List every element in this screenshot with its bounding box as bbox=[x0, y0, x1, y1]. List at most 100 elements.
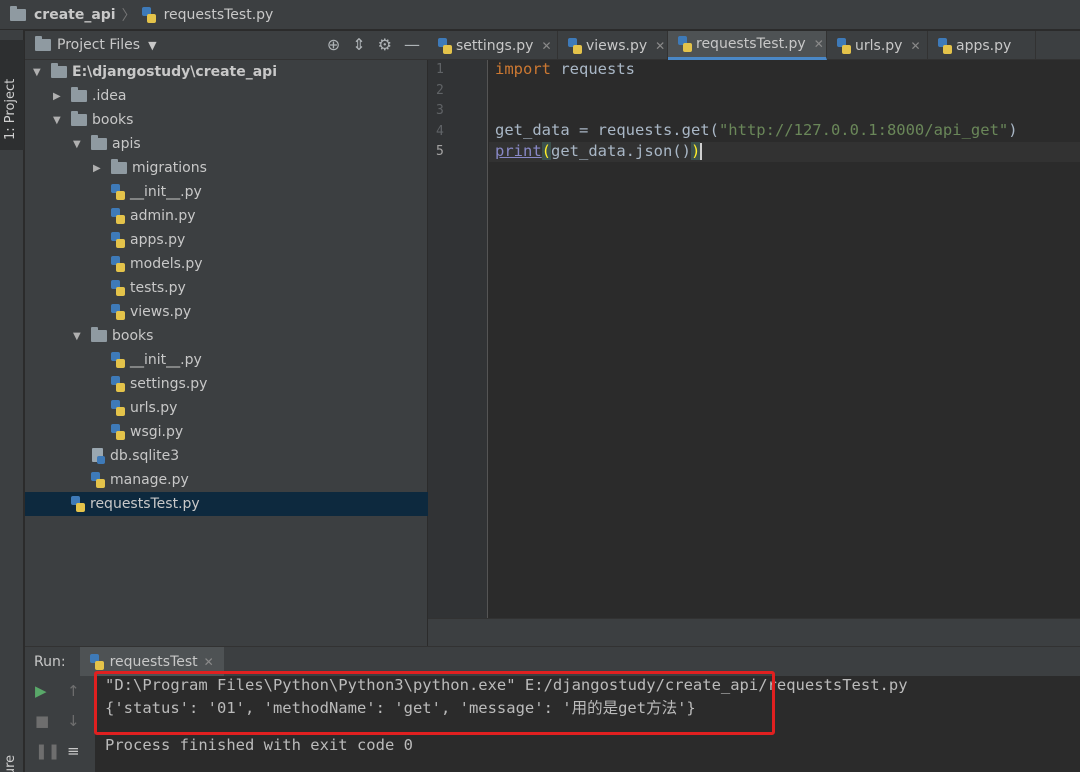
close-icon[interactable]: ✕ bbox=[204, 655, 214, 669]
tree-file[interactable]: db.sqlite3 bbox=[25, 444, 428, 468]
pause-icon[interactable]: ❚❚ bbox=[35, 742, 60, 760]
keyword-import: import bbox=[495, 60, 551, 78]
tree-item-label: books bbox=[92, 112, 134, 128]
python-file-icon bbox=[111, 208, 125, 224]
line-number: 5 bbox=[436, 144, 444, 159]
python-file-icon bbox=[111, 400, 125, 416]
tree-item-label: migrations bbox=[132, 160, 207, 176]
breadcrumb-file[interactable]: requestsTest.py bbox=[141, 6, 273, 23]
folder-icon bbox=[111, 159, 127, 174]
run-config-tab-label: requestsTest bbox=[109, 653, 198, 670]
matched-bracket: ) bbox=[691, 142, 701, 160]
tree-file[interactable]: settings.py bbox=[25, 372, 428, 396]
tree-file[interactable]: admin.py bbox=[25, 204, 428, 228]
gear-icon[interactable]: ⚙ bbox=[378, 35, 392, 54]
navigation-bar: create_api 〉 requestsTest.py bbox=[0, 0, 1080, 30]
folder-icon bbox=[10, 5, 26, 21]
down-arrow-icon[interactable]: ↓ bbox=[67, 712, 80, 730]
code-text: get_data.json() bbox=[551, 142, 691, 160]
code-line-5: print(get_data.json()) bbox=[495, 142, 703, 160]
breadcrumb-project[interactable]: create_api bbox=[10, 5, 116, 23]
folder-icon bbox=[71, 87, 87, 102]
tree-folder[interactable]: ▼ books bbox=[25, 108, 428, 132]
tree-file[interactable]: views.py bbox=[25, 300, 428, 324]
tree-item-label: __init__.py bbox=[130, 352, 202, 368]
python-file-icon bbox=[91, 472, 105, 488]
close-icon[interactable]: ✕ bbox=[655, 39, 665, 53]
chevron-right-icon[interactable]: ▶ bbox=[53, 91, 65, 102]
editor-tab[interactable]: requestsTest.py ✕ bbox=[668, 31, 827, 60]
folder-icon bbox=[71, 111, 87, 126]
tree-file[interactable]: apps.py bbox=[25, 228, 428, 252]
tree-item-label: .idea bbox=[92, 88, 127, 104]
chevron-down-icon[interactable]: ▼ bbox=[148, 39, 156, 52]
tree-item-label: manage.py bbox=[110, 472, 189, 488]
tree-item-label: db.sqlite3 bbox=[110, 448, 180, 464]
editor-tab[interactable]: settings.py ✕ bbox=[428, 31, 558, 60]
tree-item-label: __init__.py bbox=[130, 184, 202, 200]
tree-folder[interactable]: ▶ .idea bbox=[25, 84, 428, 108]
chevron-down-icon[interactable]: ▼ bbox=[73, 139, 85, 150]
text-caret bbox=[700, 143, 703, 160]
close-icon[interactable]: ✕ bbox=[910, 39, 920, 53]
chevron-down-icon[interactable]: ▼ bbox=[73, 331, 85, 342]
tree-item-label: models.py bbox=[130, 256, 203, 272]
left-tool-strip: 1: Project ructure bbox=[0, 30, 24, 772]
tree-file[interactable]: models.py bbox=[25, 252, 428, 276]
editor-tab-label: views.py bbox=[586, 37, 648, 54]
structure-tool-tab-label[interactable]: ructure bbox=[3, 755, 18, 772]
chevron-right-icon[interactable]: ▶ bbox=[93, 163, 105, 174]
folder-icon bbox=[51, 63, 67, 78]
project-view-selector[interactable]: Project Files bbox=[57, 37, 140, 53]
line-number: 4 bbox=[436, 123, 444, 139]
line-number: 2 bbox=[436, 82, 444, 98]
collapse-all-icon[interactable]: ⇕ bbox=[352, 35, 365, 54]
locate-icon[interactable]: ⊕ bbox=[327, 35, 340, 54]
tree-item-label: E:\djangostudy\create_api bbox=[72, 64, 278, 80]
tree-file[interactable]: tests.py bbox=[25, 276, 428, 300]
tree-file[interactable]: __init__.py bbox=[25, 180, 428, 204]
rerun-icon[interactable]: ▶ bbox=[35, 682, 47, 700]
editor-tab[interactable]: views.py ✕ bbox=[558, 31, 668, 60]
python-file-icon bbox=[111, 376, 125, 392]
up-arrow-icon[interactable]: ↑ bbox=[67, 682, 80, 700]
line-number: 3 bbox=[436, 103, 444, 118]
string-literal: "http://127.0.0.1:8000/api_get" bbox=[718, 121, 1009, 139]
editor-tab-label: urls.py bbox=[855, 37, 903, 54]
tree-item-label: settings.py bbox=[130, 376, 208, 392]
tree-file[interactable]: urls.py bbox=[25, 396, 428, 420]
tree-folder[interactable]: ▼ books bbox=[25, 324, 428, 348]
editor-tab[interactable]: apps.py bbox=[928, 31, 1036, 60]
code-text: get_data = requests.get( bbox=[495, 121, 719, 139]
project-tool-tab[interactable]: 1: Project bbox=[0, 40, 24, 150]
tree-folder[interactable]: ▶ migrations bbox=[25, 156, 428, 180]
chevron-down-icon[interactable]: ▼ bbox=[33, 67, 45, 78]
python-file-icon bbox=[111, 304, 125, 320]
close-icon[interactable]: ✕ bbox=[541, 39, 551, 53]
code-line-4: get_data = requests.get("http://127.0.0.… bbox=[495, 121, 1018, 139]
python-file-icon bbox=[568, 37, 582, 54]
python-file-icon bbox=[141, 6, 156, 23]
soft-wrap-icon[interactable]: ≡ bbox=[67, 742, 80, 760]
python-file-icon bbox=[678, 36, 692, 52]
folder-icon bbox=[35, 36, 51, 51]
tree-item-label: urls.py bbox=[130, 400, 178, 416]
code-editor[interactable]: import requests get_data = requests.get(… bbox=[489, 60, 1080, 618]
tree-item-label: apis bbox=[112, 136, 141, 152]
tree-folder[interactable]: ▼ E:\djangostudy\create_api bbox=[25, 60, 428, 84]
database-file-icon bbox=[91, 448, 105, 464]
tree-file[interactable]: manage.py bbox=[25, 468, 428, 492]
run-label: Run: bbox=[34, 653, 66, 670]
tree-folder[interactable]: ▼ apis bbox=[25, 132, 428, 156]
minimize-icon[interactable]: — bbox=[404, 35, 420, 54]
chevron-down-icon[interactable]: ▼ bbox=[53, 115, 65, 126]
close-icon[interactable]: ✕ bbox=[814, 37, 824, 51]
tree-file[interactable]: wsgi.py bbox=[25, 420, 428, 444]
python-file-icon bbox=[111, 352, 125, 368]
tree-file[interactable]: __init__.py bbox=[25, 348, 428, 372]
tree-file[interactable]: requestsTest.py bbox=[25, 492, 428, 516]
python-file-icon bbox=[111, 232, 125, 248]
editor-tab[interactable]: urls.py ✕ bbox=[827, 31, 928, 60]
stop-icon[interactable]: ■ bbox=[35, 712, 49, 730]
code-line-1: import requests bbox=[495, 60, 635, 78]
